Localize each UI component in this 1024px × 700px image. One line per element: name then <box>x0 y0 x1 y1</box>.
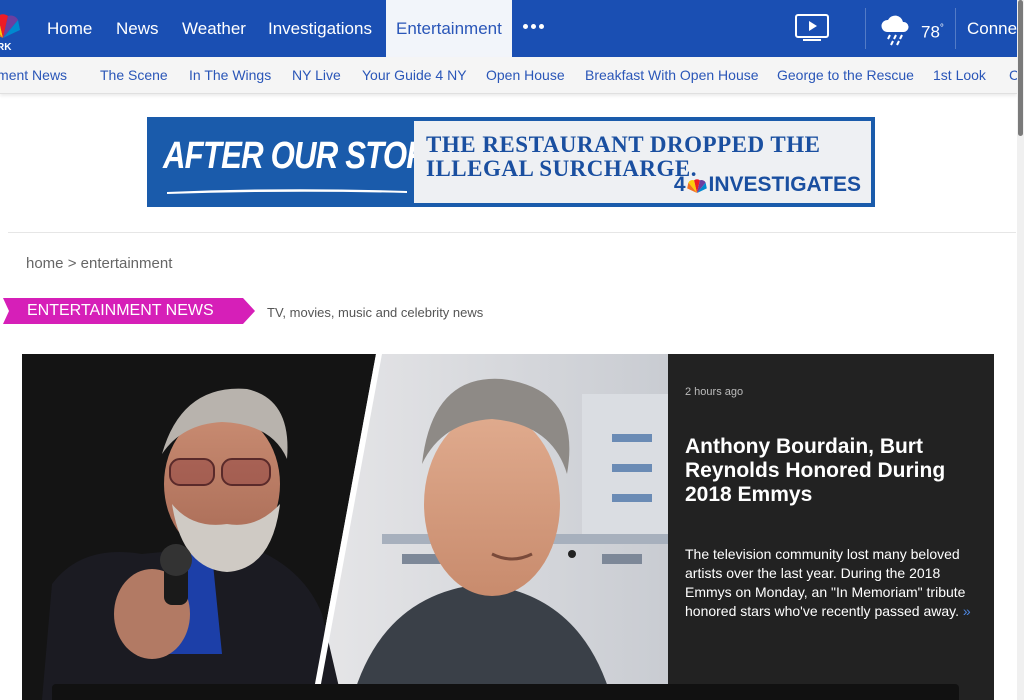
ad-brand-logo: 4 INVESTIGATES <box>674 173 861 197</box>
featured-story-image[interactable] <box>22 354 668 700</box>
subnav-item-ny-live[interactable]: NY Live <box>292 57 341 93</box>
featured-story[interactable]: 2 hours ago Anthony Bourdain, Burt Reyno… <box>22 354 994 700</box>
nav-item-weather[interactable]: Weather <box>172 0 256 57</box>
breadcrumb-separator: > <box>67 255 77 272</box>
video-play-icon[interactable] <box>795 14 829 42</box>
content-divider <box>8 232 1016 233</box>
nav-item-news[interactable]: News <box>106 0 169 57</box>
subnav-item-the-scene[interactable]: The Scene <box>100 57 168 93</box>
rain-cloud-icon[interactable] <box>880 14 910 46</box>
sub-navigation-bar: Entertainment News The Scene In The Wing… <box>0 57 1017 94</box>
subnav-item-your-guide-4-ny[interactable]: Your Guide 4 NY <box>362 57 467 93</box>
nav-divider <box>955 8 956 49</box>
nav-item-investigations[interactable]: Investigations <box>258 0 382 57</box>
ad-brand-number: 4 <box>673 173 686 196</box>
ad-headline: AFTER OUR STORY, <box>163 135 453 177</box>
top-navigation-bar: RK Home News Weather Investigations Ente… <box>0 0 1024 57</box>
ad-subtext-line-1: THE RESTAURANT DROPPED THE <box>426 132 821 157</box>
ad-underline-swoosh <box>167 189 407 194</box>
subnav-item-breakfast-with-open-house[interactable]: Breakfast With Open House <box>585 57 759 93</box>
subnav-item-in-the-wings[interactable]: In The Wings <box>189 57 271 93</box>
subnav-item-george-to-the-rescue[interactable]: George to the Rescue <box>777 57 914 93</box>
more-dots-icon[interactable] <box>523 24 544 29</box>
featured-story-bottom-bar <box>52 684 959 700</box>
nav-divider <box>865 8 866 49</box>
subnav-item-overflow[interactable]: CO <box>1009 57 1017 93</box>
section-description: TV, movies, music and celebrity news <box>267 305 484 320</box>
story-timestamp: 2 hours ago <box>685 386 744 398</box>
featured-photo-collage <box>22 354 668 700</box>
featured-story-text-panel: 2 hours ago Anthony Bourdain, Burt Reyno… <box>668 354 994 700</box>
breadcrumb: home > entertainment <box>26 255 172 272</box>
temperature-value: 78 <box>921 22 940 42</box>
nav-item-entertainment[interactable]: Entertainment <box>386 0 512 57</box>
scrollbar-thumb[interactable] <box>1018 0 1023 136</box>
story-headline[interactable]: Anthony Bourdain, Burt Reynolds Honored … <box>685 435 975 507</box>
section-title: ENTERTAINMENT NEWS <box>27 302 214 319</box>
ad-left-panel: AFTER OUR STORY, <box>147 117 453 207</box>
logo-text: RK <box>0 42 12 53</box>
nav-item-home[interactable]: Home <box>37 0 102 57</box>
peacock-small-icon <box>686 178 707 193</box>
temperature-unit: ° <box>939 23 944 34</box>
ad-brand-name: INVESTIGATES <box>708 173 861 196</box>
ad-banner[interactable]: AFTER OUR STORY, THE RESTAURANT DROPPED … <box>147 117 875 207</box>
subnav-item-entertainment-news[interactable]: Entertainment News <box>0 57 67 93</box>
peacock-logo-icon <box>0 14 20 38</box>
ad-right-panel: THE RESTAURANT DROPPED THE ILLEGAL SURCH… <box>414 121 871 203</box>
breadcrumb-home[interactable]: home <box>26 255 64 272</box>
breadcrumb-current[interactable]: entertainment <box>81 255 173 272</box>
subnav-item-1st-look[interactable]: 1st Look <box>933 57 986 93</box>
connect-menu[interactable]: Connect <box>967 0 1024 57</box>
site-logo[interactable]: RK <box>0 0 22 57</box>
page-scrollbar[interactable] <box>1017 0 1024 700</box>
subnav-item-open-house[interactable]: Open House <box>486 57 565 93</box>
read-more-link[interactable]: » <box>963 603 971 619</box>
story-summary: The television community lost many belov… <box>685 545 975 621</box>
temperature-readout[interactable]: 78° <box>921 0 944 57</box>
story-summary-text: The television community lost many belov… <box>685 546 966 619</box>
section-header-tag: ENTERTAINMENT NEWS <box>3 298 255 324</box>
